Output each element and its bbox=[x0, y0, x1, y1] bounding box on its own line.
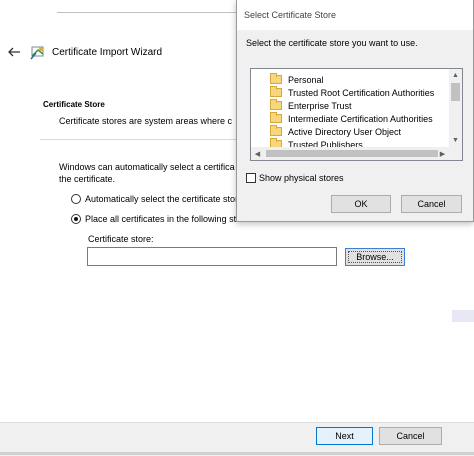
radio-button-icon[interactable] bbox=[71, 194, 81, 204]
tree-item-enterprise-trust[interactable]: Enterprise Trust bbox=[270, 99, 352, 112]
radio-button-checked-icon[interactable] bbox=[71, 214, 81, 224]
folder-icon bbox=[270, 125, 282, 136]
show-physical-stores-label: Show physical stores bbox=[259, 173, 344, 183]
scroll-left-icon[interactable]: ◀ bbox=[252, 148, 263, 159]
wizard-title: Certificate Import Wizard bbox=[52, 47, 163, 58]
dialog-title: Select Certificate Store bbox=[244, 10, 337, 20]
select-certificate-store-dialog: Select Certificate Store Select the cert… bbox=[236, 0, 474, 222]
tree-item-intermediate[interactable]: Intermediate Certification Authorities bbox=[270, 112, 433, 125]
tree-item-personal[interactable]: Personal bbox=[270, 73, 324, 86]
tree-item-label: Trusted Root Certification Authorities bbox=[288, 87, 435, 98]
folder-icon bbox=[270, 86, 282, 97]
dialog-titlebar[interactable]: Select Certificate Store bbox=[237, 0, 473, 30]
tree-item-trusted-root[interactable]: Trusted Root Certification Authorities bbox=[270, 86, 434, 99]
radio-place-in-store[interactable]: Place all certificates in the following … bbox=[71, 212, 236, 226]
certificate-store-label: Certificate store: bbox=[88, 234, 154, 244]
scroll-right-icon[interactable]: ▶ bbox=[437, 148, 448, 159]
section-divider bbox=[40, 139, 240, 140]
horizontal-scrollbar[interactable]: ◀ ▶ bbox=[251, 147, 462, 160]
folder-icon bbox=[270, 112, 282, 123]
intro-text-line1: Windows can automatically select a certi… bbox=[59, 162, 235, 172]
section-title: Certificate Store bbox=[43, 100, 105, 109]
tree-item-label: Personal bbox=[288, 74, 324, 85]
ok-button[interactable]: OK bbox=[331, 195, 391, 213]
radio-auto-select-label: Automatically select the certificate sto… bbox=[85, 194, 244, 204]
dialog-instruction: Select the certificate store you want to… bbox=[246, 38, 418, 48]
dialog-cancel-button[interactable]: Cancel bbox=[401, 195, 462, 213]
certificate-wizard-icon bbox=[30, 46, 44, 60]
browse-button[interactable]: Browse... bbox=[345, 248, 405, 266]
tree-item-label: Active Directory User Object bbox=[288, 126, 402, 137]
background-highlight bbox=[452, 310, 474, 322]
vertical-scrollbar[interactable]: ▲ ▼ bbox=[449, 69, 462, 147]
vertical-scroll-thumb[interactable] bbox=[451, 83, 460, 101]
section-description: Certificate stores are system areas wher… bbox=[59, 116, 233, 126]
horizontal-scroll-thumb[interactable] bbox=[266, 150, 438, 157]
cancel-button[interactable]: Cancel bbox=[379, 427, 442, 445]
radio-auto-select[interactable]: Automatically select the certificate sto… bbox=[71, 192, 243, 206]
next-button[interactable]: Next bbox=[316, 427, 373, 445]
tree-item-label: Enterprise Trust bbox=[288, 100, 352, 111]
tree-item-label: Intermediate Certification Authorities bbox=[288, 113, 433, 124]
back-arrow-icon[interactable] bbox=[6, 44, 22, 60]
scroll-down-icon[interactable]: ▼ bbox=[450, 135, 461, 146]
certificate-store-field[interactable] bbox=[87, 247, 337, 266]
folder-icon bbox=[270, 99, 282, 110]
scroll-up-icon[interactable]: ▲ bbox=[450, 70, 461, 81]
tree-item-active-directory[interactable]: Active Directory User Object bbox=[270, 125, 401, 138]
show-physical-stores-checkbox[interactable]: Show physical stores bbox=[246, 173, 344, 183]
radio-place-in-store-label: Place all certificates in the following … bbox=[85, 214, 237, 224]
folder-icon bbox=[270, 73, 282, 84]
intro-text-line2: the certificate. bbox=[59, 174, 116, 184]
checkbox-icon[interactable] bbox=[246, 173, 256, 183]
certificate-store-tree[interactable]: Personal Trusted Root Certification Auth… bbox=[250, 68, 463, 161]
